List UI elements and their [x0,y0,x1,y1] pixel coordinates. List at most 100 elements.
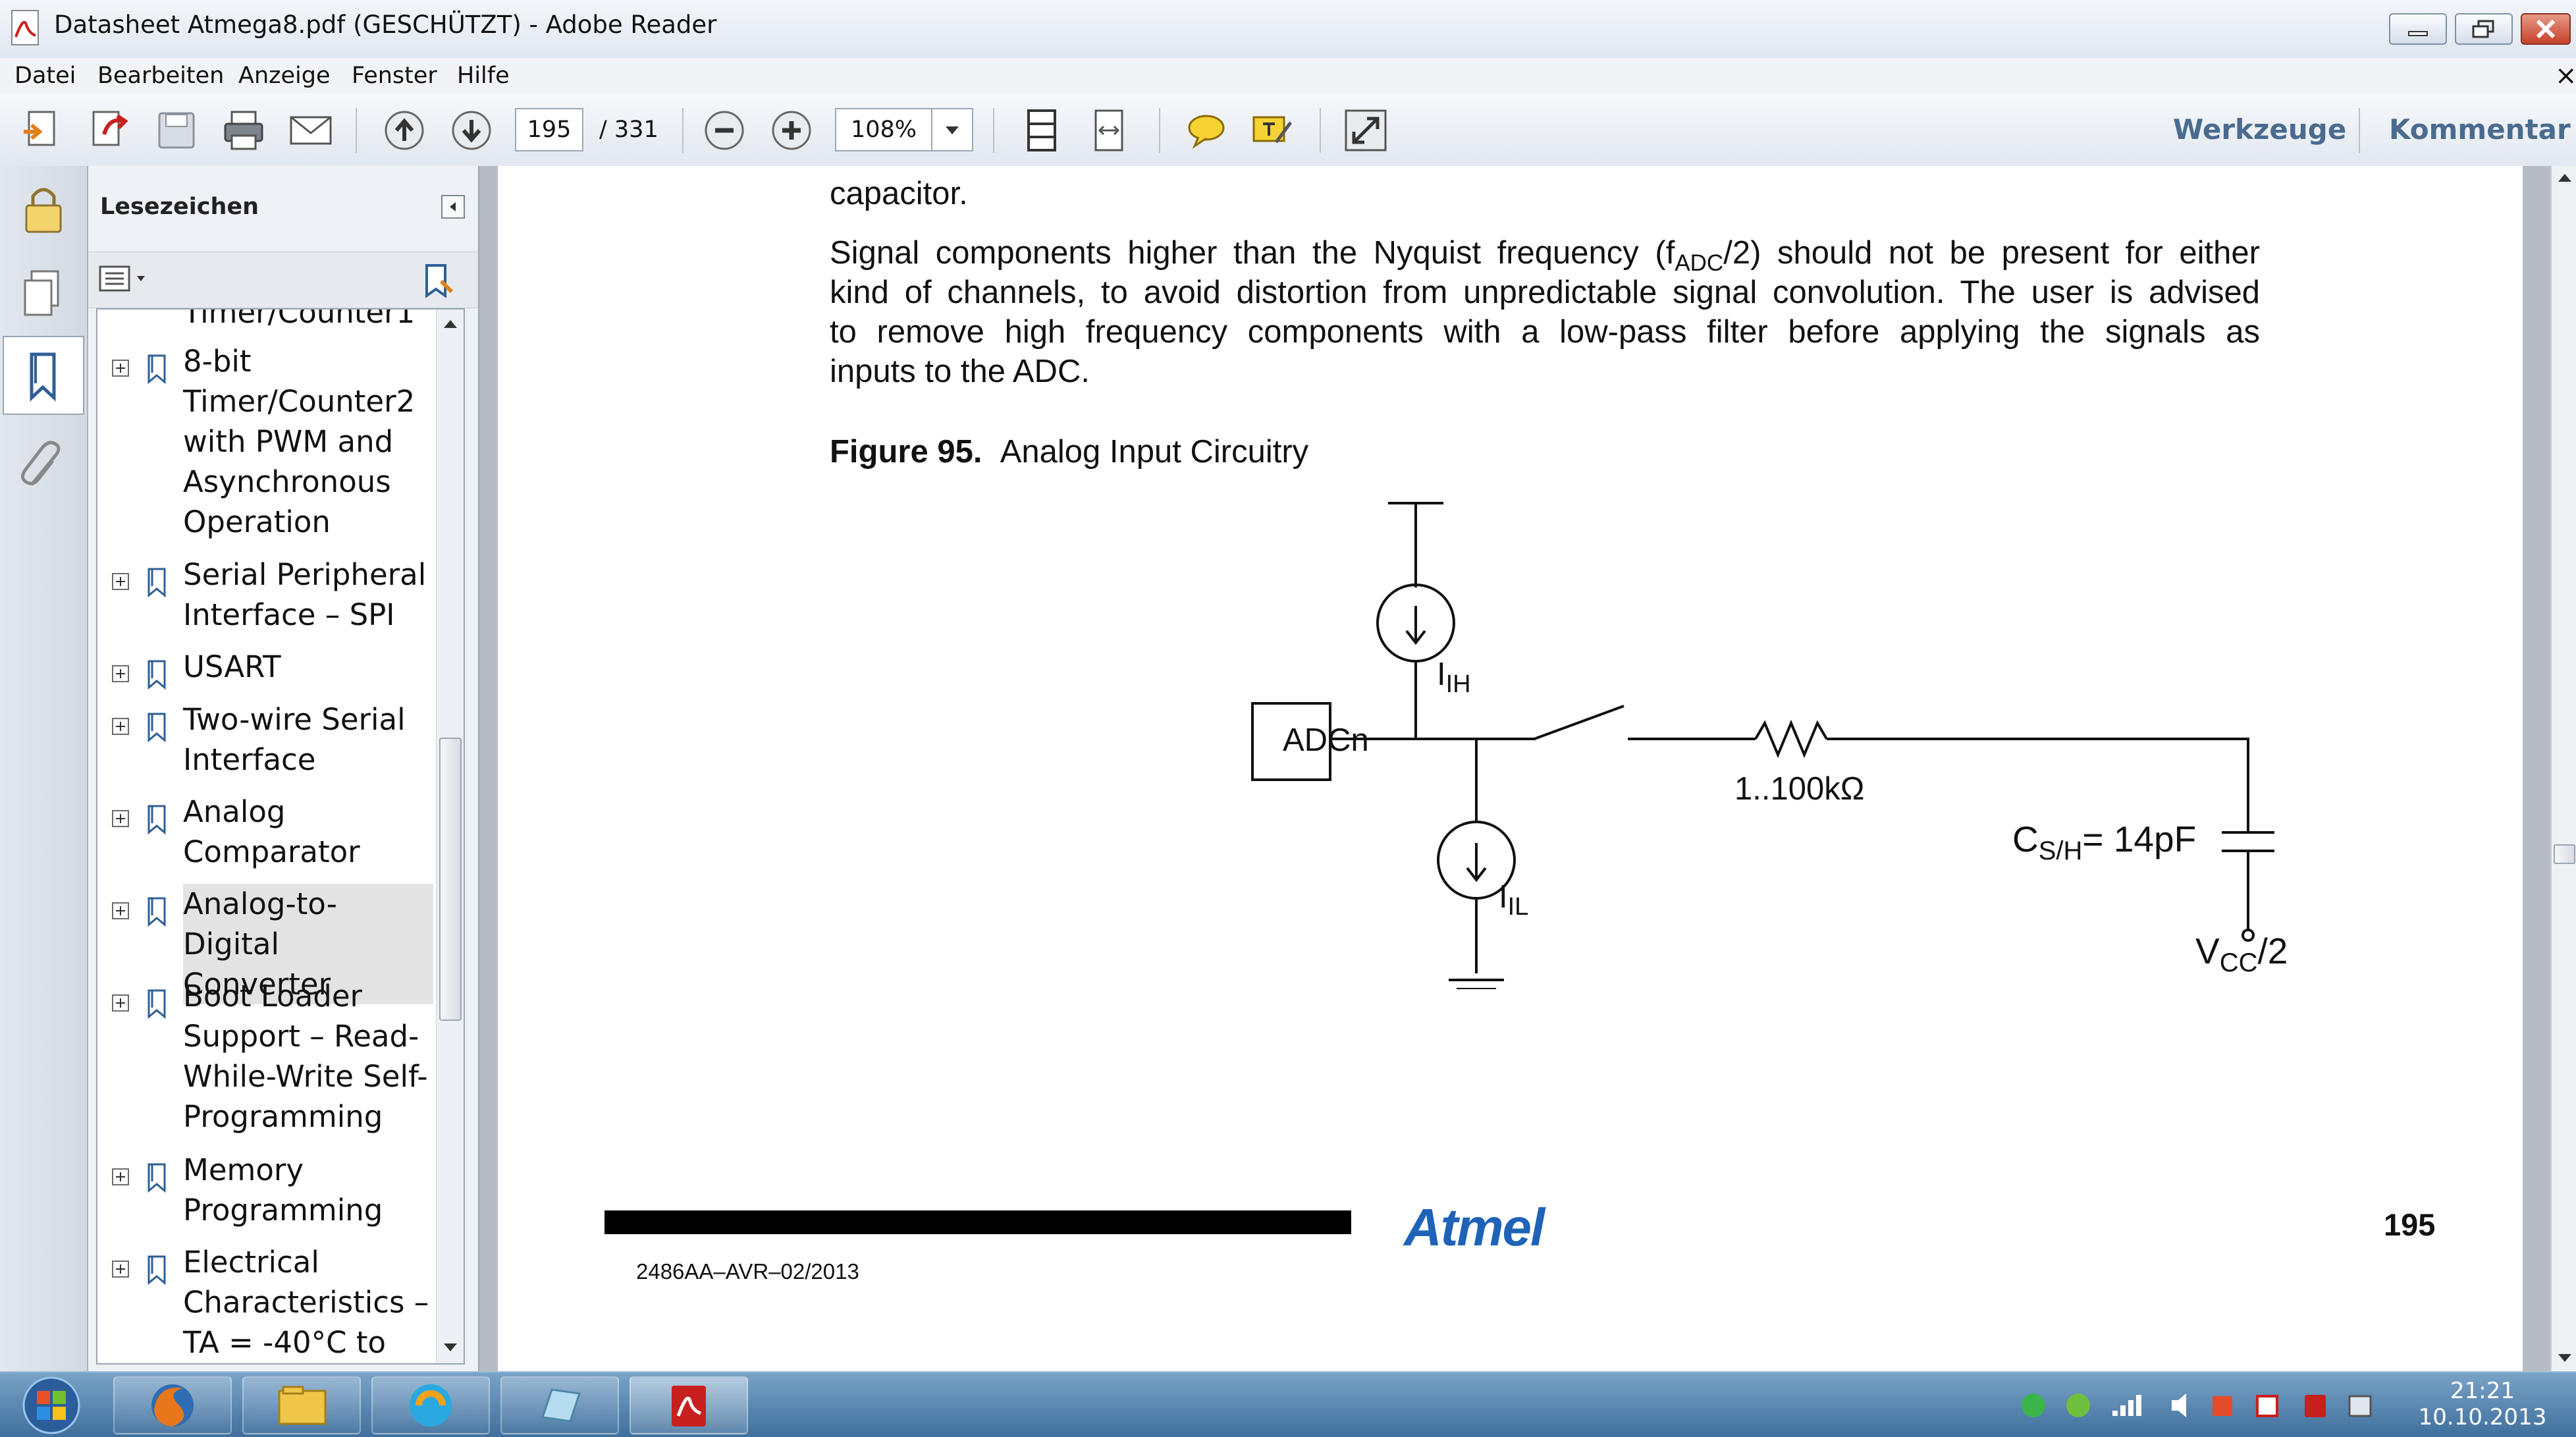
tray-icon [2066,1394,2090,1417]
bookmark-icon [148,897,166,927]
chevron-down-icon [946,126,959,134]
firefox-icon [151,1384,194,1426]
zoom-level-input[interactable]: 108% [835,108,932,151]
scroll-down-icon[interactable] [442,1341,459,1354]
previous-page-icon[interactable] [382,108,427,153]
ground-symbol [1449,979,1504,989]
restore-button[interactable] [2455,13,2513,45]
minimize-button[interactable] [2389,13,2447,45]
system-tray [2022,1394,2372,1417]
expand-icon[interactable] [112,665,129,682]
zoom-dropdown-button[interactable] [931,108,973,151]
expand-icon[interactable] [112,810,129,827]
collapse-pane-button[interactable] [441,195,465,219]
taskbar-explorer[interactable] [242,1376,361,1434]
bookmark-item-usart[interactable]: USART [97,647,437,690]
menu-hilfe[interactable]: Hilfe [457,58,510,94]
menu-anzeige[interactable]: Anzeige [238,58,331,94]
bookmark-label: 8-bit Timer/Counter2 with PWM and Asynch… [183,344,416,539]
analog-input-circuit-diagram [1251,502,2274,989]
menu-datei[interactable]: Datei [14,58,76,94]
bookmark-item-cutoff[interactable]: Timer/Counter1 [183,310,415,333]
bookmark-item-twi[interactable]: Two-wire Serial Interface [97,699,437,781]
close-window-button[interactable] [2521,13,2571,45]
scroll-up-icon[interactable] [2557,171,2573,184]
page-total: / 331 [599,117,658,143]
save-icon[interactable] [154,108,199,153]
toolbar-separator [993,108,994,153]
tray-icon [2348,1395,2372,1417]
toolbar-separator [356,108,357,153]
scroll-down-icon[interactable] [2557,1351,2573,1365]
bookmark-label: Analog Comparator [183,794,360,869]
next-page-icon[interactable] [449,108,494,153]
bookmarks-scrollbar[interactable] [436,310,464,1363]
lock-icon[interactable] [5,171,82,248]
bookmark-item-electrical-characteristics[interactable]: Electrical Characteristics – TA = -40°C … [97,1242,437,1363]
document-scrollbar[interactable] [2550,166,2576,1371]
taskbar-firefox[interactable] [113,1376,232,1434]
comment-pane-button[interactable]: Kommentar [2389,113,2571,146]
comment-icon[interactable] [1184,108,1229,153]
bookmark-item-adc[interactable]: Analog-to- Digital Converter [97,884,437,1004]
document-viewport[interactable]: capacitor. Signal components higher than… [479,166,2550,1371]
new-bookmark-icon[interactable] [417,261,457,298]
bookmarks-tab[interactable] [3,336,84,415]
bookmark-icon [148,660,166,690]
bookmark-item-boot-loader[interactable]: Boot Loader Support – Read-While-Write S… [97,976,437,1139]
share-pdf-icon[interactable] [87,108,132,153]
expand-icon[interactable] [112,718,129,735]
tools-pane-button[interactable]: Werkzeuge [2173,113,2346,146]
taskbar-app[interactable] [500,1376,619,1434]
bookmarks-toolbar [88,252,478,308]
bookmark-item-analog-comparator[interactable]: Analog Comparator [97,792,437,873]
navigation-strip [0,166,88,1371]
document-code: 2486AA–AVR–02/2013 [636,1259,859,1284]
expand-icon[interactable] [112,360,129,377]
bookmark-item-memory-programming[interactable]: Memory Programming [97,1150,437,1232]
bookmark-item-timer-counter2[interactable]: 8-bit Timer/Counter2 with PWM and Asynch… [97,341,437,545]
folder-icon [278,1386,327,1425]
zoom-out-icon[interactable] [702,108,747,153]
expand-icon[interactable] [112,1168,129,1185]
expand-icon[interactable] [112,902,129,919]
tray-icon [2256,1395,2278,1417]
bookmark-item-spi[interactable]: Serial Peripheral Interface – SPI [97,555,437,636]
network-icon [2112,1395,2141,1416]
toolbar-separator [682,108,684,153]
scroll-thumb[interactable] [439,738,462,1021]
page-thumbnails-icon[interactable] [5,256,82,332]
toolbar: 195 / 331 108% Werkzeuge Kommentar [0,94,2576,167]
scroll-up-icon[interactable] [442,317,459,331]
close-document-icon[interactable]: × [2555,58,2576,94]
attachments-icon[interactable] [5,429,82,506]
expand-icon[interactable] [112,1261,129,1278]
tray-icon [2213,1396,2232,1416]
bookmark-options-icon[interactable] [99,264,151,296]
tray-icon [2022,1394,2045,1417]
print-icon[interactable] [221,108,266,153]
expand-icon[interactable] [112,994,129,1012]
expand-icon[interactable] [112,573,129,590]
menu-bearbeiten[interactable]: Bearbeiten [97,58,224,94]
zoom-in-icon[interactable] [769,108,814,153]
highlight-text-icon[interactable] [1250,108,1295,153]
fit-width-icon[interactable] [1087,108,1131,153]
create-pdf-icon[interactable] [20,108,65,153]
resistor-symbol [1754,719,1828,759]
scroll-thumb[interactable] [2554,844,2575,864]
taskbar-browser[interactable] [371,1376,490,1434]
taskbar-adobe-reader[interactable] [630,1376,748,1434]
menu-fenster[interactable]: Fenster [352,58,437,94]
switch-symbol [1534,705,1624,740]
start-button[interactable] [12,1375,91,1436]
page-number-input[interactable]: 195 [515,108,583,151]
current-arrow-icon [1466,843,1487,882]
full-screen-icon[interactable] [1343,108,1388,153]
bookmark-label: Serial Peripheral Interface – SPI [183,557,427,632]
fit-page-icon[interactable] [1019,108,1064,153]
clock[interactable]: 21:21 10.10.2013 [2410,1378,2555,1430]
email-icon[interactable] [288,108,333,153]
app-icon [541,1388,581,1423]
bookmark-icon [148,354,166,385]
